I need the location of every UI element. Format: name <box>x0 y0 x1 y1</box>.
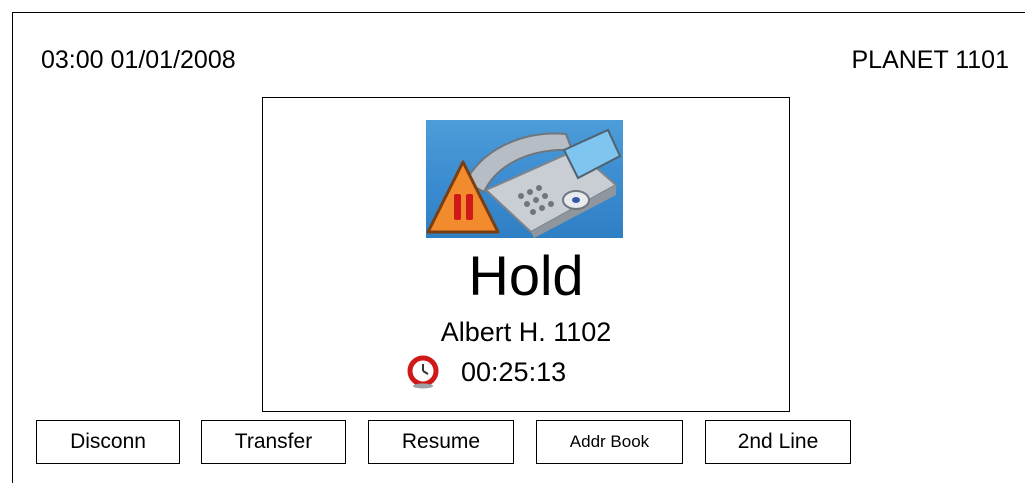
transfer-button[interactable]: Transfer <box>201 420 346 464</box>
alarm-clock-icon <box>407 355 439 389</box>
device-name: PLANET 1101 <box>851 46 1009 74</box>
address-book-button[interactable]: Addr Book <box>536 420 683 464</box>
call-status-panel: Hold Albert H. 1102 00:25:13 <box>262 97 790 412</box>
datetime-display: 03:00 01/01/2008 <box>41 46 236 74</box>
resume-button[interactable]: Resume <box>368 420 514 464</box>
disconnect-button[interactable]: Disconn <box>36 420 180 464</box>
call-state-label: Hold <box>468 244 584 307</box>
phone-on-hold-icon <box>426 120 623 238</box>
caller-id: Albert H. 1102 <box>440 317 612 347</box>
call-duration: 00:25:13 <box>461 356 567 387</box>
softkey-bar: Disconn Transfer Resume Addr Book 2nd Li… <box>24 420 1027 466</box>
phone-screen: 03:00 01/01/2008 PLANET 1101 Hold Albert… <box>12 12 1025 483</box>
second-line-button[interactable]: 2nd Line <box>705 420 851 464</box>
call-timer: 00:25:13 <box>407 352 566 392</box>
